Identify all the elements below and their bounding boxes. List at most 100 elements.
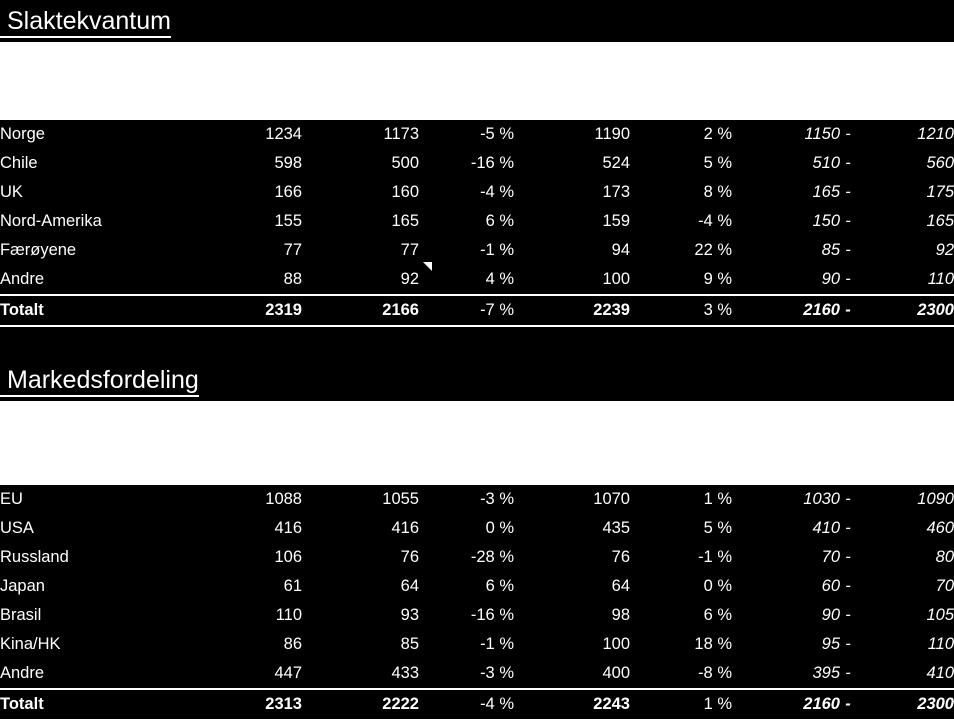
row-value-2: 165 xyxy=(391,212,419,230)
total-range-high: 2300 xyxy=(856,688,954,721)
table-row[interactable]: Norge 1234 1173 -5 % 1190 2 % 1150 - 121… xyxy=(0,120,954,149)
row-range-high: 92 xyxy=(935,241,954,259)
row-range-low: 85 xyxy=(821,241,840,259)
row-value-3: 435 xyxy=(602,519,630,537)
row-range-high: 560 xyxy=(926,154,954,172)
row-range-dash: - xyxy=(845,606,851,624)
row-value-1: 447 xyxy=(274,664,302,682)
row-range-dash: - xyxy=(845,183,851,201)
row-percent-2: -8 % xyxy=(698,664,732,682)
total-percent-2: 1 % xyxy=(630,688,732,721)
row-range-dash: - xyxy=(845,490,851,508)
row-label: UK xyxy=(0,183,23,201)
row-range-low: 165 xyxy=(812,183,840,201)
total-percent-1: -7 % xyxy=(419,294,514,327)
row-range-high: 80 xyxy=(935,548,954,566)
row-value-1: 106 xyxy=(274,548,302,566)
row-value-3: 94 xyxy=(611,241,630,259)
row-range-low: 70 xyxy=(821,548,840,566)
total-range-low: 2160 xyxy=(732,688,840,721)
row-range-high: 110 xyxy=(927,635,954,653)
row-range-high: 1090 xyxy=(917,490,954,508)
row-percent-1: -1 % xyxy=(480,241,514,259)
row-value-2: 160 xyxy=(391,183,419,201)
total-range-dash: - xyxy=(840,294,856,327)
total-label: Totalt xyxy=(0,688,185,721)
row-value-3: 64 xyxy=(611,577,630,595)
row-range-high: 1210 xyxy=(917,125,954,143)
row-range-low: 1150 xyxy=(804,125,840,143)
table-row[interactable]: EU 1088 1055 -3 % 1070 1 % 1030 - 1090 xyxy=(0,485,954,514)
row-range-high: 165 xyxy=(926,212,954,230)
row-range-dash: - xyxy=(845,125,851,143)
row-label: Andre xyxy=(0,270,45,288)
row-percent-2: 22 % xyxy=(694,241,732,259)
row-value-3: 100 xyxy=(602,635,630,653)
row-label: USA xyxy=(0,519,34,537)
table-row[interactable]: Russland 106 76 -28 % 76 -1 % 70 - 80 xyxy=(0,543,954,572)
page-title: Slaktekvantum xyxy=(0,6,171,38)
row-percent-2: 8 % xyxy=(703,183,732,201)
row-value-1: 598 xyxy=(274,154,302,172)
row-value-2: 500 xyxy=(391,154,419,172)
total-label: Totalt xyxy=(0,294,185,327)
table-row[interactable]: Kina/HK 86 85 -1 % 100 18 % 95 - 110 xyxy=(0,630,954,659)
table-row[interactable]: Andre 88 92 4 % 100 9 % 90 - 110 xyxy=(0,265,954,295)
row-percent-1: -4 % xyxy=(480,183,514,201)
table-markedsfordeling: EU 1088 1055 -3 % 1070 1 % 1030 - 1090 U… xyxy=(0,485,954,721)
row-percent-2: 1 % xyxy=(703,490,732,508)
total-value-3: 2243 xyxy=(514,688,630,721)
row-value-1: 86 xyxy=(283,635,302,653)
table-row[interactable]: Andre 447 433 -3 % 400 -8 % 395 - 410 xyxy=(0,659,954,689)
table-header-band-markedsfordeling xyxy=(0,401,954,485)
row-value-3: 1190 xyxy=(594,125,630,143)
table-row[interactable]: UK 166 160 -4 % 173 8 % 165 - 175 xyxy=(0,178,954,207)
row-percent-2: 5 % xyxy=(703,154,732,172)
total-range-dash: - xyxy=(840,688,856,721)
row-range-dash: - xyxy=(845,212,851,230)
row-percent-1: 4 % xyxy=(485,270,514,288)
row-range-dash: - xyxy=(845,241,851,259)
total-value-2: 2222 xyxy=(302,688,419,721)
section-title-wrap: Slaktekvantum xyxy=(0,0,954,42)
total-percent-1: -4 % xyxy=(419,688,514,721)
row-percent-1: -5 % xyxy=(480,125,514,143)
row-value-2: 433 xyxy=(391,664,419,682)
table-row[interactable]: Brasil 110 93 -16 % 98 6 % 90 - 105 xyxy=(0,601,954,630)
table-total-row[interactable]: Totalt 2319 2166 -7 % 2239 3 % 2160 - 23… xyxy=(0,294,954,327)
table-row[interactable]: USA 416 416 0 % 435 5 % 410 - 460 xyxy=(0,514,954,543)
row-value-2: 416 xyxy=(391,519,419,537)
row-range-low: 510 xyxy=(812,154,840,172)
row-value-3: 76 xyxy=(611,548,630,566)
row-percent-2: 9 % xyxy=(703,270,732,288)
row-value-3: 400 xyxy=(602,664,630,682)
row-label: Nord-Amerika xyxy=(0,212,102,230)
row-value-1: 61 xyxy=(283,577,302,595)
table-total-row[interactable]: Totalt 2313 2222 -4 % 2243 1 % 2160 - 23… xyxy=(0,688,954,721)
row-label: Færøyene xyxy=(0,241,77,259)
row-percent-1: -16 % xyxy=(470,606,514,624)
row-percent-1: 0 % xyxy=(485,519,514,537)
row-percent-2: 0 % xyxy=(703,577,732,595)
row-percent-2: 18 % xyxy=(694,635,732,653)
section-title-markedsfordeling: Markedsfordeling xyxy=(0,365,199,397)
row-percent-2: -1 % xyxy=(698,548,732,566)
row-value-1: 416 xyxy=(274,519,302,537)
row-value-2: 76 xyxy=(400,548,419,566)
row-range-dash: - xyxy=(845,577,851,595)
row-value-3: 159 xyxy=(602,212,630,230)
section-markedsfordeling: Markedsfordeling EU 1088 1055 -3 % 1070 … xyxy=(0,359,954,721)
row-range-high: 410 xyxy=(926,664,954,682)
table-row[interactable]: Færøyene 77 77 -1 % 94 22 % 85 - 92 xyxy=(0,236,954,265)
row-value-2: 92 xyxy=(400,270,419,288)
row-percent-1: -1 % xyxy=(480,635,514,653)
row-range-low: 90 xyxy=(821,270,840,288)
row-range-low: 95 xyxy=(821,635,840,653)
total-value-1: 2319 xyxy=(185,294,302,327)
row-label: EU xyxy=(0,490,23,508)
table-row[interactable]: Chile 598 500 -16 % 524 5 % 510 - 560 xyxy=(0,149,954,178)
row-value-2: 93 xyxy=(400,606,419,624)
table-row[interactable]: Nord-Amerika 155 165 6 % 159 -4 % 150 - … xyxy=(0,207,954,236)
table-row[interactable]: Japan 61 64 6 % 64 0 % 60 - 70 xyxy=(0,572,954,601)
row-percent-1: -3 % xyxy=(480,490,514,508)
